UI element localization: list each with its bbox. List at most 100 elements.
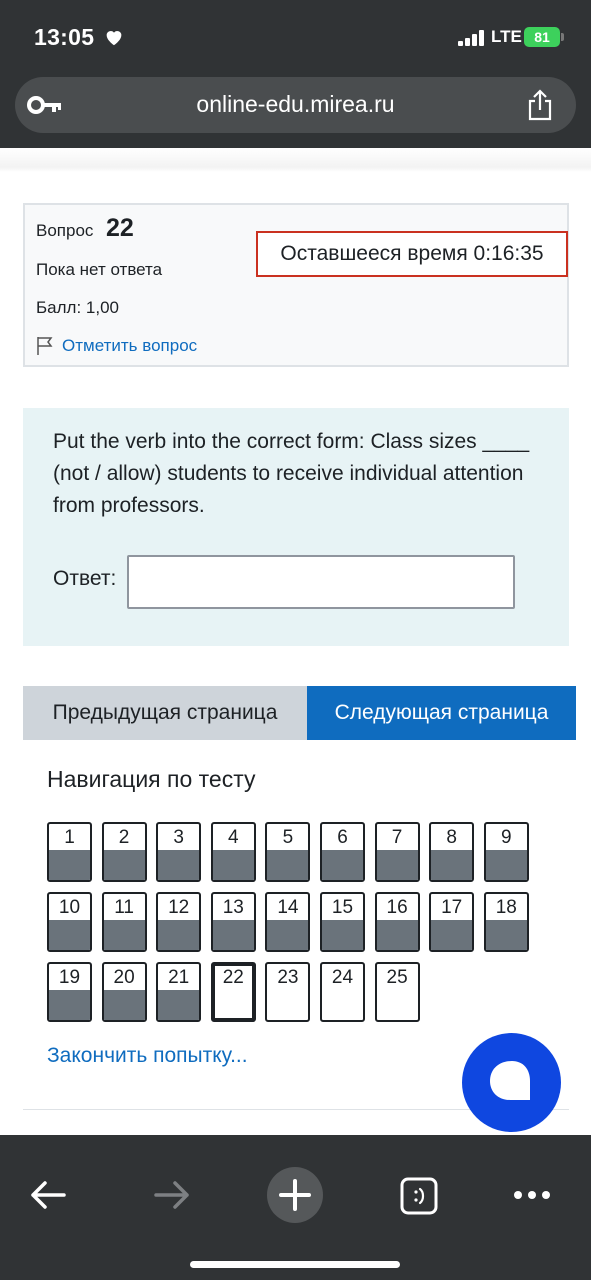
answered-indicator — [49, 990, 90, 1020]
heart-icon — [106, 31, 122, 46]
answered-indicator — [103, 850, 145, 880]
previous-page-button[interactable]: Предыдущая страница — [23, 686, 307, 740]
answered-indicator — [103, 920, 145, 950]
tabs-icon[interactable] — [400, 1177, 438, 1215]
quiz-nav-number: 15 — [331, 897, 354, 918]
quiz-nav-number: 17 — [441, 897, 463, 918]
quiz-nav-number: 7 — [391, 827, 403, 848]
answered-indicator — [267, 850, 309, 880]
answered-indicator — [158, 990, 200, 1020]
quiz-nav-number: 4 — [228, 827, 239, 848]
question-text: Put the verb into the correct form: Clas… — [53, 430, 530, 517]
quiz-nav-button-21[interactable]: 21 — [156, 962, 202, 1022]
quiz-nav-button-4[interactable]: 4 — [210, 822, 256, 882]
answered-indicator — [485, 850, 527, 880]
quiz-navigation-title: Навигация по тесту — [47, 766, 256, 792]
question-status: Пока нет ответа — [36, 260, 163, 279]
quiz-nav-number: 16 — [386, 897, 408, 918]
quiz-nav-number: 9 — [501, 827, 512, 848]
quiz-nav-button-15[interactable]: 15 — [320, 892, 365, 952]
quiz-nav-number: 5 — [282, 827, 294, 848]
quiz-nav-number: 23 — [277, 967, 299, 988]
question-content: Put the verb into the correct form: Clas… — [23, 408, 569, 646]
flag-icon — [37, 337, 53, 355]
quiz-nav-number: 13 — [222, 897, 244, 918]
question-label: Вопрос — [36, 221, 94, 240]
network-type: LTE — [491, 27, 522, 46]
quiz-nav-button-24[interactable]: 24 — [320, 962, 365, 1022]
answered-indicator — [431, 850, 473, 880]
home-indicator — [190, 1261, 400, 1268]
quiz-nav-number: 22 — [222, 967, 244, 988]
quiz-nav-button-12[interactable]: 12 — [156, 892, 202, 952]
quiz-nav-number: 3 — [173, 827, 184, 848]
answered-indicator — [158, 850, 200, 880]
quiz-nav-button-14[interactable]: 14 — [265, 892, 311, 952]
quiz-nav-button-17[interactable]: 17 — [429, 892, 475, 952]
battery-indicator: 81 — [524, 27, 560, 47]
quiz-nav-button-2[interactable]: 2 — [101, 822, 147, 882]
quiz-nav-number: 11 — [114, 897, 134, 918]
quiz-nav-button-13[interactable]: 13 — [210, 892, 256, 952]
arrow-right-icon[interactable] — [152, 1179, 192, 1211]
answered-indicator — [212, 920, 254, 950]
flag-question-label[interactable]: Отметить вопрос — [62, 336, 197, 356]
quiz-nav-button-22[interactable]: 22 — [210, 962, 256, 1022]
quiz-nav-number: 21 — [168, 967, 190, 988]
chat-button[interactable] — [462, 1033, 561, 1132]
answered-indicator — [485, 920, 527, 950]
quiz-nav-number: 12 — [168, 897, 190, 918]
url-bar[interactable]: online-edu.mirea.ru — [15, 77, 576, 133]
top-chrome: 13:05 LTE 81 online-edu.mirea.ru — [0, 0, 591, 148]
quiz-nav-button-7[interactable]: 7 — [374, 822, 420, 882]
answered-indicator — [376, 920, 418, 950]
quiz-nav-button-11[interactable]: 11 — [101, 892, 147, 952]
answered-indicator — [322, 920, 363, 950]
answered-indicator — [212, 850, 254, 880]
quiz-nav-button-23[interactable]: 23 — [265, 962, 311, 1022]
quiz-nav-button-10[interactable]: 10 — [47, 892, 92, 952]
quiz-nav-button-16[interactable]: 16 — [374, 892, 420, 952]
quiz-nav-button-6[interactable]: 6 — [320, 822, 365, 882]
answered-indicator — [322, 850, 363, 880]
quiz-nav-number: 2 — [118, 827, 130, 848]
plus-icon[interactable] — [267, 1167, 323, 1223]
quiz-nav-button-8[interactable]: 8 — [429, 822, 475, 882]
status-time: 13:05 — [34, 24, 95, 50]
browser-bottom-bar — [0, 1135, 591, 1280]
answered-indicator — [49, 920, 90, 950]
battery-tip — [561, 33, 564, 41]
quiz-nav-button-20[interactable]: 20 — [101, 962, 147, 1022]
quiz-navigation-grid: 1 2 3 4 5 6 7 8 9 10 11 12 13 14 15 16 17 18 19 20 21 22 23 24 2… — [47, 822, 547, 1022]
signal-icon — [458, 30, 484, 46]
answered-indicator — [49, 850, 90, 880]
arrow-left-icon[interactable] — [28, 1179, 68, 1211]
quiz-nav-button-9[interactable]: 9 — [483, 822, 529, 882]
answered-indicator — [431, 920, 473, 950]
more-icon[interactable] — [513, 1190, 551, 1200]
url-text[interactable]: online-edu.mirea.ru — [15, 91, 576, 118]
answer-input[interactable] — [127, 555, 515, 609]
next-page-button[interactable]: Следующая страница — [307, 686, 576, 740]
quiz-nav-number: 25 — [386, 967, 408, 988]
question-score: Балл: 1,00 — [36, 298, 119, 317]
answer-label: Ответ: — [53, 567, 117, 590]
time-remaining: Оставшееся время 0:16:35 — [256, 231, 568, 277]
finish-attempt-link[interactable]: Закончить попытку... — [47, 1044, 248, 1068]
share-icon[interactable] — [525, 89, 555, 121]
flag-question-link[interactable]: Отметить вопрос — [36, 334, 197, 358]
answered-indicator — [267, 920, 309, 950]
quiz-nav-button-5[interactable]: 5 — [265, 822, 311, 882]
chat-icon — [490, 1061, 530, 1100]
quiz-nav-number: 1 — [64, 827, 75, 848]
quiz-nav-number: 8 — [446, 827, 457, 848]
quiz-nav-button-19[interactable]: 19 — [47, 962, 92, 1022]
quiz-nav-button-18[interactable]: 18 — [483, 892, 529, 952]
quiz-nav-button-3[interactable]: 3 — [156, 822, 202, 882]
quiz-nav-number: 10 — [58, 897, 81, 918]
quiz-nav-button-1[interactable]: 1 — [47, 822, 92, 882]
answered-indicator — [158, 920, 200, 950]
quiz-nav-number: 18 — [495, 897, 517, 918]
question-info-box: Вопрос 22 Пока нет ответа Балл: 1,00 Отм… — [23, 203, 569, 367]
quiz-nav-button-25[interactable]: 25 — [374, 962, 420, 1022]
